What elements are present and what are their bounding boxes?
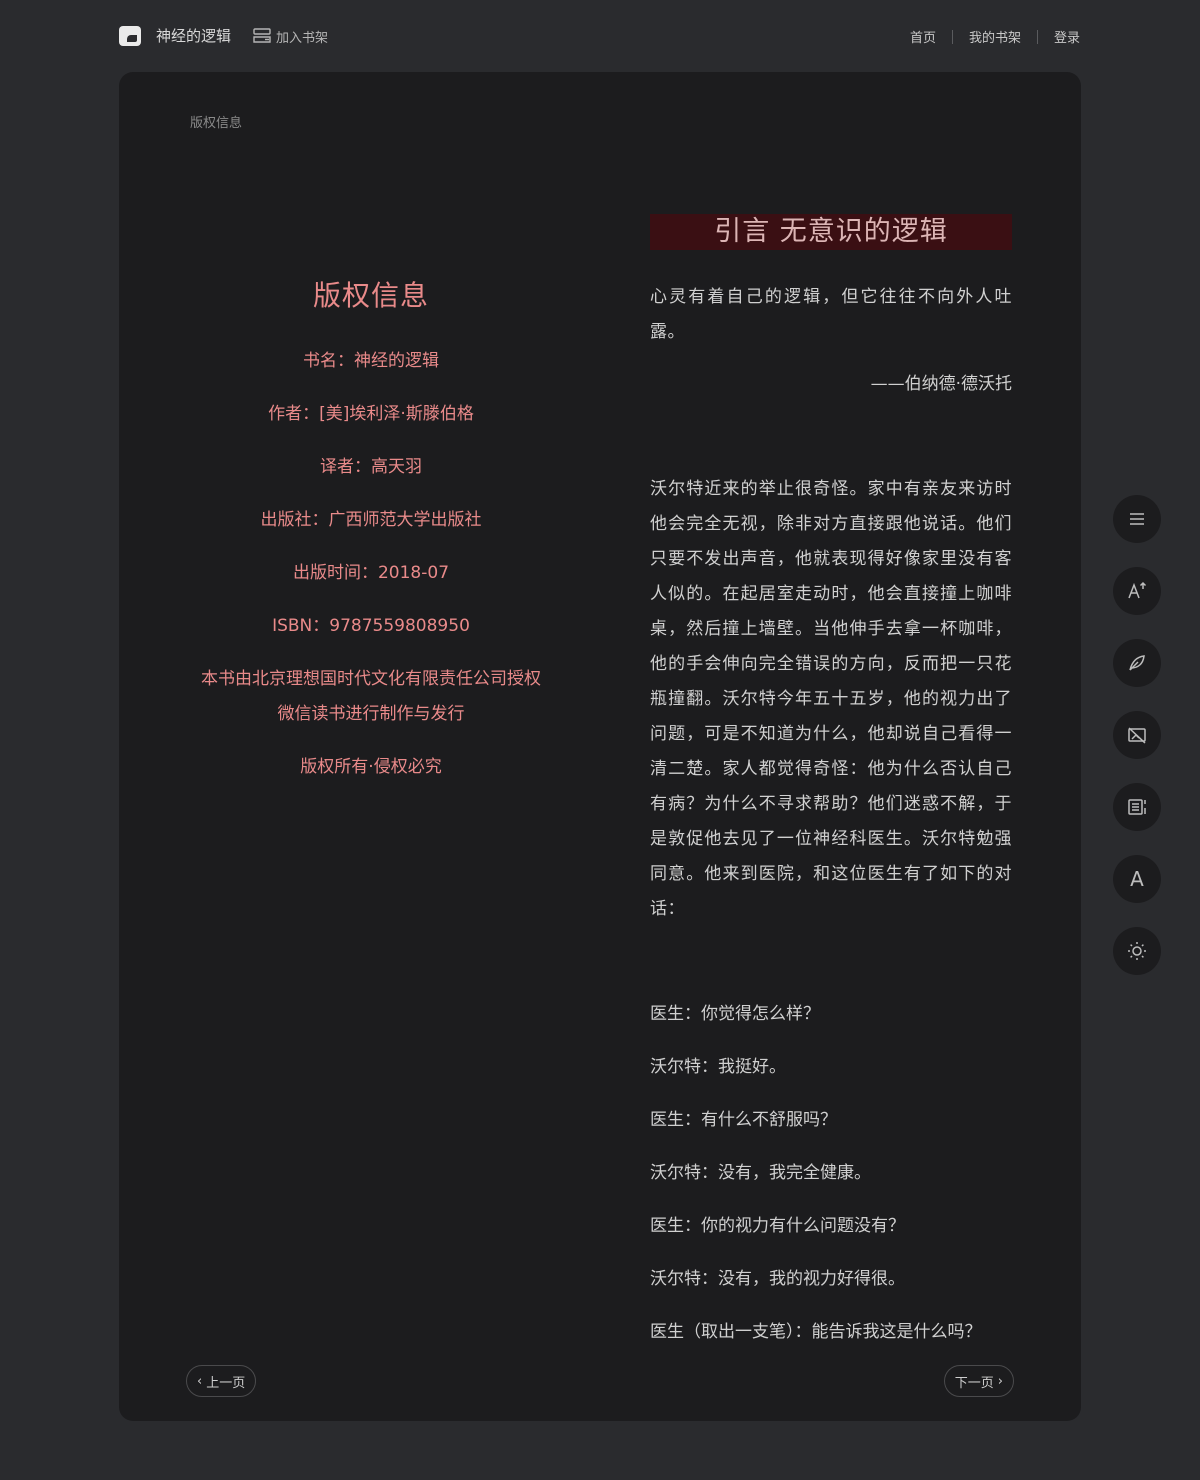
chapter-breadcrumb: 版权信息 (190, 116, 243, 131)
image-off-icon (1128, 727, 1146, 744)
add-to-shelf-button[interactable]: 加入书架 (252, 26, 328, 46)
left-page: 版权信息 书名：神经的逻辑 作者：[美]埃利泽·斯滕伯格 译者：高天羽 出版社：… (190, 182, 552, 785)
dialog-line: 沃尔特：我挺好。 (650, 1057, 786, 1077)
nav-my-shelf-link[interactable]: 我的书架 (969, 27, 1021, 46)
book-title[interactable]: 神经的逻辑 (156, 25, 231, 46)
rights-line: 版权所有·侵权必究 (300, 757, 442, 777)
author-line: 作者：[美]埃利泽·斯滕伯格 (268, 404, 474, 424)
next-page-button[interactable]: 下一页 › (943, 1365, 1014, 1397)
chevron-left-icon: ‹ (197, 1373, 203, 1389)
nav-home-link[interactable]: 首页 (910, 27, 936, 46)
menu-icon (1130, 513, 1144, 525)
chevron-right-icon: › (997, 1373, 1003, 1389)
dialog-line: 沃尔特：没有，我完全健康。 (650, 1163, 871, 1183)
copyright-title: 版权信息 (312, 279, 429, 312)
publish-time-line: 出版时间：2018-07 (292, 563, 450, 583)
layout-button[interactable] (1113, 783, 1161, 831)
hide-images-button[interactable] (1113, 711, 1161, 759)
body-paragraph: 沃尔特近来的举止很奇怪。家中有亲友来访时他会完全无视，除非对方直接跟他说话。他们… (650, 479, 1012, 919)
chapter-heading: 引言 无意识的逻辑 (650, 214, 1012, 250)
nav-login-link[interactable]: 登录 (1054, 27, 1080, 46)
app-logo-icon[interactable] (119, 26, 141, 46)
font-size-icon (1128, 581, 1147, 599)
nav-divider (1036, 29, 1038, 44)
dialog-line: 医生：你的视力有什么问题没有？ (650, 1216, 905, 1236)
publisher-line: 出版社：广西师范大学出版社 (260, 510, 482, 530)
top-nav: 首页 我的书架 登录 (910, 27, 1080, 46)
license-line-1: 本书由北京理想国时代文化有限责任公司授权 (201, 669, 541, 689)
reader-tool-rail: A (1113, 495, 1161, 999)
reader-panel: 版权信息 版权信息 书名：神经的逻辑 作者：[美]埃利泽·斯滕伯格 译者：高天羽… (119, 72, 1081, 1421)
book-name-line: 书名：神经的逻辑 (303, 351, 439, 371)
nav-divider (951, 29, 953, 44)
bookshelf-icon (253, 28, 271, 43)
license-line-2: 微信读书进行制作与发行 (277, 704, 465, 724)
dialog-line: 沃尔特：没有，我的视力好得很。 (650, 1269, 905, 1289)
text-size-button[interactable] (1113, 567, 1161, 615)
font-button[interactable]: A (1113, 855, 1161, 903)
theme-button[interactable] (1113, 927, 1161, 975)
page-layout-icon (1128, 799, 1146, 815)
epigraph: 心灵有着自己的逻辑，但它往往不向外人吐露。 (650, 287, 1012, 342)
prev-page-label: 上一页 (206, 1375, 246, 1391)
add-to-shelf-label: 加入书架 (276, 30, 329, 46)
note-button[interactable] (1113, 639, 1161, 687)
sun-icon (1128, 942, 1146, 960)
feather-pen-icon (1129, 655, 1145, 671)
epigraph-attribution: ——伯纳德·德沃托 (870, 374, 1012, 394)
next-page-label: 下一页 (954, 1375, 994, 1391)
dialog-line: 医生：有什么不舒服吗？ (650, 1110, 837, 1130)
right-page: 引言 无意识的逻辑 心灵有着自己的逻辑，但它往往不向外人吐露。 ——伯纳德·德沃… (650, 214, 1012, 1350)
translator-line: 译者：高天羽 (320, 457, 422, 477)
font-letter-icon: A (1130, 867, 1144, 891)
dialog-line: 医生：你觉得怎么样？ (650, 1004, 820, 1024)
top-bar: 神经的逻辑 加入书架 首页 我的书架 登录 (0, 0, 1200, 72)
prev-page-button[interactable]: ‹ 上一页 (186, 1365, 257, 1397)
isbn-line: ISBN：9787559808950 (272, 616, 470, 636)
toc-button[interactable] (1113, 495, 1161, 543)
dialog-line: 医生（取出一支笔）：能告诉我这是什么吗？ (650, 1322, 982, 1342)
